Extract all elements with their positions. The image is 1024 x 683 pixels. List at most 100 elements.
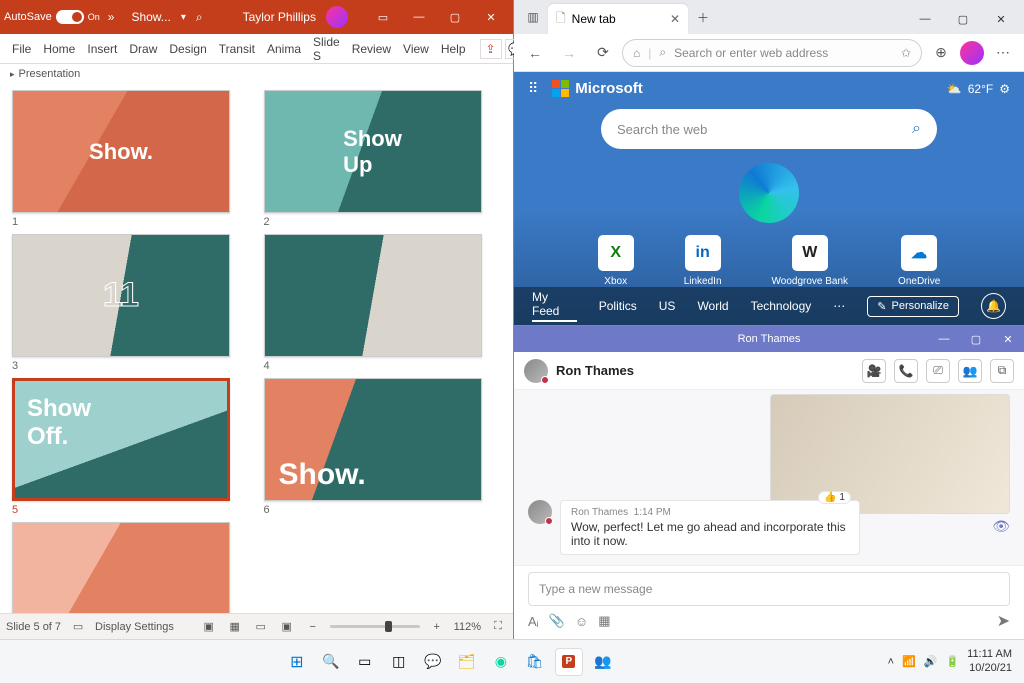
clock[interactable]: 11:11 AM 10/20/21 xyxy=(967,648,1012,674)
fit-button[interactable]: ⛶ xyxy=(489,618,507,636)
close-tab-icon[interactable]: ✕ xyxy=(670,12,680,26)
battery-icon[interactable]: 🔋 xyxy=(945,655,959,668)
slide-thumb[interactable] xyxy=(264,234,482,357)
notifications-icon[interactable]: 🔔 xyxy=(981,293,1006,319)
gif-icon[interactable]: ▦ xyxy=(598,613,610,629)
wifi-icon[interactable]: 📶 xyxy=(902,655,916,668)
display-settings-label[interactable]: Display Settings xyxy=(95,621,174,633)
slide-thumb[interactable] xyxy=(12,522,230,613)
maximize-button[interactable]: ▢ xyxy=(437,3,473,31)
sorter-view-icon[interactable]: ▦ xyxy=(226,618,244,636)
normal-view-icon[interactable]: ▣ xyxy=(200,618,218,636)
tab-design[interactable]: Design xyxy=(163,42,212,56)
share-screen-button[interactable]: ⎚ xyxy=(926,359,950,383)
slide-thumb[interactable]: 11 xyxy=(12,234,230,357)
store-button[interactable]: 🛍 xyxy=(521,648,549,676)
display-settings-icon[interactable]: ▭ xyxy=(69,618,87,636)
slide-thumb[interactable]: Show. xyxy=(12,90,230,213)
quick-link-xbox[interactable]: XXbox xyxy=(598,235,634,287)
feed-tab-technology[interactable]: Technology xyxy=(751,299,812,313)
teams-button[interactable]: 👥 xyxy=(589,648,617,676)
slide-thumb[interactable]: Show Up xyxy=(264,90,482,213)
tab-home[interactable]: Home xyxy=(37,42,81,56)
quick-link-woodgrove[interactable]: WWoodgrove Bank xyxy=(772,235,849,287)
favorite-icon[interactable]: ✩ xyxy=(901,46,911,60)
ribbon-display-icon[interactable]: ▭ xyxy=(365,3,401,31)
tab-animations[interactable]: Anima xyxy=(261,42,307,56)
tab-transitions[interactable]: Transit xyxy=(213,42,261,56)
task-view-button[interactable]: ▭ xyxy=(351,648,379,676)
search-button[interactable]: 🔍 xyxy=(317,648,345,676)
maximize-button[interactable]: ▢ xyxy=(944,4,982,34)
reaction-badge[interactable]: 👍 1 xyxy=(818,491,851,504)
refresh-button[interactable]: ⟳ xyxy=(588,38,618,68)
slide-thumb-selected[interactable]: Show Off. xyxy=(12,378,230,501)
feed-tab-politics[interactable]: Politics xyxy=(599,299,637,313)
weather-temp[interactable]: 62°F xyxy=(968,82,993,96)
browser-tab[interactable]: 🗋 New tab ✕ xyxy=(548,4,688,34)
tab-review[interactable]: Review xyxy=(346,42,397,56)
tab-actions-icon[interactable]: ▥ xyxy=(518,0,548,34)
reading-view-icon[interactable]: ▭ xyxy=(252,618,270,636)
widgets-button[interactable]: ◫ xyxy=(385,648,413,676)
format-icon[interactable]: Aᵢ xyxy=(528,614,539,629)
emoji-icon[interactable]: ☺ xyxy=(575,614,588,629)
edge-button[interactable]: ◉ xyxy=(487,648,515,676)
quick-link-linkedin[interactable]: inLinkedIn xyxy=(684,235,722,287)
feed-tab-us[interactable]: US xyxy=(659,299,676,313)
minimize-button[interactable]: — xyxy=(401,3,437,31)
tab-insert[interactable]: Insert xyxy=(81,42,123,56)
share-button[interactable]: ⇪ xyxy=(480,39,502,59)
feed-more-icon[interactable]: ⋯ xyxy=(833,299,845,313)
message-bubble[interactable]: 👍 1 Ron Thames 1:14 PM Wow, perfect! Let… xyxy=(560,500,860,555)
message-input[interactable]: Type a new message xyxy=(528,572,1010,606)
contact-avatar[interactable] xyxy=(524,359,548,383)
autosave-toggle[interactable]: AutoSave On xyxy=(4,10,100,24)
video-call-button[interactable]: 🎥 xyxy=(862,359,886,383)
tab-file[interactable]: File xyxy=(6,42,37,56)
zoom-level[interactable]: 112% xyxy=(454,621,481,633)
back-button[interactable]: ← xyxy=(520,38,550,68)
zoom-out-button[interactable]: − xyxy=(304,618,322,636)
send-button[interactable]: ➤ xyxy=(997,611,1010,631)
more-icon[interactable]: » xyxy=(108,10,115,24)
system-tray[interactable]: ˄ 📶 🔊 🔋 11:11 AM 10/20/21 xyxy=(888,648,1012,674)
explorer-button[interactable]: 🗂 xyxy=(453,648,481,676)
collections-icon[interactable]: ⊕ xyxy=(926,38,956,68)
zoom-in-button[interactable]: + xyxy=(428,618,446,636)
popout-button[interactable]: ⧉ xyxy=(990,359,1014,383)
attach-icon[interactable]: 📎 xyxy=(549,613,565,629)
image-message[interactable] xyxy=(770,394,1010,514)
close-button[interactable]: ✕ xyxy=(992,326,1024,352)
maximize-button[interactable]: ▢ xyxy=(960,326,992,352)
volume-icon[interactable]: 🔊 xyxy=(924,655,938,668)
feed-tab-world[interactable]: World xyxy=(697,299,728,313)
quick-link-onedrive[interactable]: ☁OneDrive xyxy=(898,235,940,287)
avatar[interactable] xyxy=(326,6,348,28)
chevron-up-icon[interactable]: ˄ xyxy=(888,656,894,668)
feed-tab-myfeed[interactable]: My Feed xyxy=(532,290,577,322)
zoom-slider[interactable] xyxy=(330,625,420,628)
microsoft-logo[interactable]: Microsoft xyxy=(552,80,643,97)
forward-button[interactable]: → xyxy=(554,38,584,68)
profile-avatar[interactable] xyxy=(960,41,984,65)
apps-grid-icon[interactable]: ⠿ xyxy=(528,80,538,97)
tab-slideshow[interactable]: Slide S xyxy=(307,35,346,63)
new-tab-button[interactable]: ＋ xyxy=(688,0,718,34)
address-bar[interactable]: ⌂ | ⌕ Search or enter web address ✩ xyxy=(622,39,922,67)
minimize-button[interactable]: — xyxy=(928,326,960,352)
document-title[interactable]: Show... xyxy=(131,10,170,24)
tab-view[interactable]: View xyxy=(397,42,435,56)
audio-call-button[interactable]: 📞 xyxy=(894,359,918,383)
start-button[interactable]: ⊞ xyxy=(283,648,311,676)
search-icon[interactable]: ⌕ xyxy=(196,10,203,25)
add-people-button[interactable]: 👥 xyxy=(958,359,982,383)
personalize-button[interactable]: ✎Personalize xyxy=(867,296,959,317)
web-search-input[interactable]: Search the web ⌕ xyxy=(601,109,937,149)
sender-avatar[interactable] xyxy=(528,500,552,524)
settings-icon[interactable]: ⚙ xyxy=(999,82,1010,96)
tab-draw[interactable]: Draw xyxy=(123,42,163,56)
panel-heading[interactable]: ▸Presentation xyxy=(0,64,513,84)
tab-help[interactable]: Help xyxy=(435,42,472,56)
powerpoint-button[interactable]: P xyxy=(555,648,583,676)
